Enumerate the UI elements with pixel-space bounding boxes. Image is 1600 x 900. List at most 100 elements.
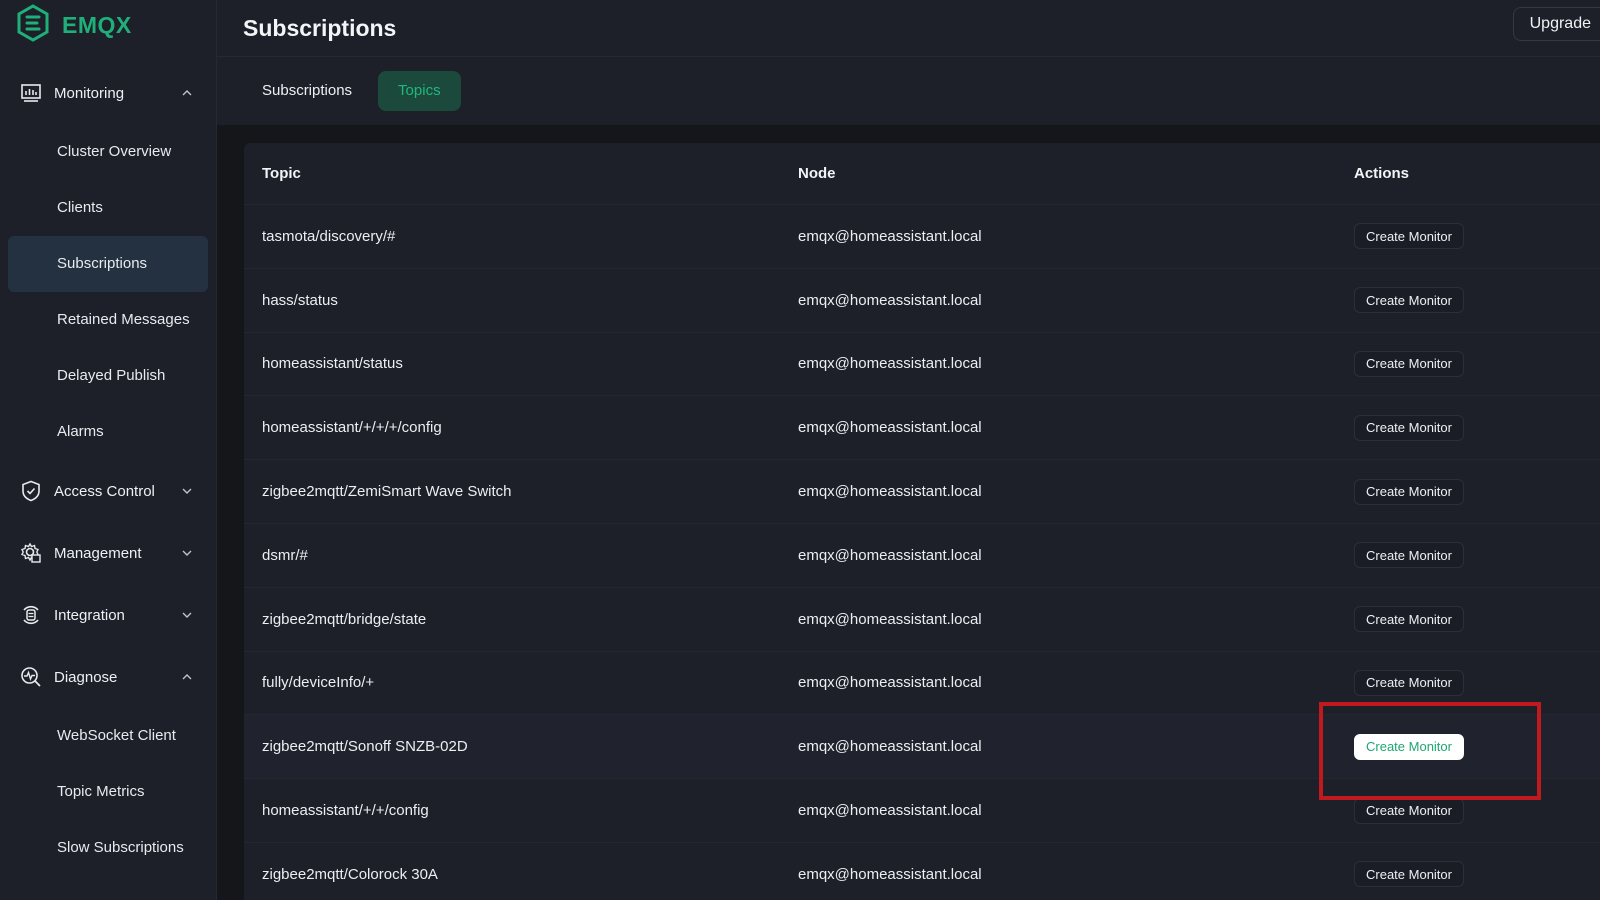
node-cell: emqx@homeassistant.local (798, 802, 982, 820)
actions-cell: Create Monitor (1354, 669, 1600, 696)
create-monitor-button[interactable]: Create Monitor (1354, 287, 1464, 314)
sidebar-group-monitoring[interactable]: Monitoring (0, 68, 216, 118)
sidebar-item-topic-metrics[interactable]: Topic Metrics (8, 764, 208, 820)
tabs-bar: Subscriptions Topics (217, 57, 1600, 125)
sidebar-item-websocket-client[interactable]: WebSocket Client (8, 708, 208, 764)
topic-cell: zigbee2mqtt/ZemiSmart Wave Switch (262, 483, 512, 501)
node-cell: emqx@homeassistant.local (798, 355, 982, 373)
create-monitor-button[interactable]: Create Monitor (1354, 414, 1464, 441)
sidebar-group-label: Access Control (54, 482, 155, 500)
sidebar-item-slow-subscriptions[interactable]: Slow Subscriptions (8, 820, 208, 876)
page-title: Subscriptions (243, 14, 397, 41)
sidebar-item-alarms[interactable]: Alarms (8, 404, 208, 460)
content-area: Topic Node Actions tasmota/discovery/# em… (217, 125, 1600, 900)
sidebar-group-label: Diagnose (54, 668, 118, 686)
chevron-down-icon (180, 484, 194, 498)
integration-icon (20, 604, 42, 626)
sidebar-group-management[interactable]: Management (0, 528, 216, 578)
sidebar-item-delayed-publish[interactable]: Delayed Publish (8, 348, 208, 404)
gear-icon (20, 542, 42, 564)
node-cell: emqx@homeassistant.local (798, 738, 982, 756)
topics-table: Topic Node Actions tasmota/discovery/# em… (244, 143, 1600, 900)
node-cell: emqx@homeassistant.local (798, 546, 982, 564)
actions-cell: Create Monitor (1354, 414, 1600, 441)
create-monitor-button[interactable]: Create Monitor (1354, 542, 1464, 569)
node-cell: emqx@homeassistant.local (798, 483, 982, 501)
main-area: Subscriptions Upgrade Subscriptions Topi… (217, 0, 1600, 900)
table-row: homeassistant/+/+/config emqx@homeassista… (244, 779, 1600, 843)
diagnose-search-icon (20, 666, 42, 688)
table-row: homeassistant/status emqx@homeassistant.l… (244, 333, 1600, 397)
actions-cell: Create Monitor (1354, 733, 1600, 760)
create-monitor-button[interactable]: Create Monitor (1354, 733, 1464, 760)
sidebar-group-access-control[interactable]: Access Control (0, 466, 216, 516)
actions-cell: Create Monitor (1354, 606, 1600, 633)
top-bar: Subscriptions Upgrade (217, 0, 1600, 57)
table-row: zigbee2mqtt/bridge/state emqx@homeassista… (244, 588, 1600, 652)
actions-cell: Create Monitor (1354, 797, 1600, 824)
topic-cell: homeassistant/+/+/+/config (262, 419, 442, 437)
chevron-down-icon (180, 546, 194, 560)
sidebar-item-clients[interactable]: Clients (8, 180, 208, 236)
brand-name: EMQX (62, 11, 132, 38)
actions-cell: Create Monitor (1354, 861, 1600, 888)
create-monitor-button[interactable]: Create Monitor (1354, 223, 1464, 250)
node-cell: emqx@homeassistant.local (798, 291, 982, 309)
node-cell: emqx@homeassistant.local (798, 674, 982, 692)
topic-cell: zigbee2mqtt/Sonoff SNZB-02D (262, 738, 468, 756)
sidebar: EMQX Monitoring Cluster Overview Clients… (0, 0, 217, 900)
monitor-chart-icon (20, 82, 42, 104)
emqx-logo-icon (16, 3, 50, 47)
sidebar-group-diagnose[interactable]: Diagnose (0, 652, 216, 702)
table-row: tasmota/discovery/# emqx@homeassistant.lo… (244, 205, 1600, 269)
sidebar-item-retained-messages[interactable]: Retained Messages (8, 292, 208, 348)
topic-cell: tasmota/discovery/# (262, 227, 396, 245)
actions-cell: Create Monitor (1354, 287, 1600, 314)
create-monitor-button[interactable]: Create Monitor (1354, 606, 1464, 633)
sidebar-nav: Monitoring Cluster Overview Clients Subs… (0, 68, 216, 876)
sidebar-item-cluster-overview[interactable]: Cluster Overview (8, 124, 208, 180)
node-cell: emqx@homeassistant.local (798, 865, 982, 883)
sidebar-group-label: Integration (54, 606, 125, 624)
sidebar-item-subscriptions[interactable]: Subscriptions (8, 236, 208, 292)
diagnose-submenu: WebSocket Client Topic Metrics Slow Subs… (0, 708, 216, 876)
create-monitor-button[interactable]: Create Monitor (1354, 669, 1464, 696)
sidebar-group-label: Management (54, 544, 142, 562)
actions-cell: Create Monitor (1354, 350, 1600, 377)
topic-cell: fully/deviceInfo/+ (262, 674, 375, 692)
table-row: zigbee2mqtt/Sonoff SNZB-02D emqx@homeassi… (244, 715, 1600, 780)
shield-check-icon (20, 480, 42, 502)
create-monitor-button[interactable]: Create Monitor (1354, 797, 1464, 824)
actions-cell: Create Monitor (1354, 478, 1600, 505)
upgrade-button[interactable]: Upgrade (1512, 7, 1600, 41)
sidebar-group-integration[interactable]: Integration (0, 590, 216, 640)
table-row: hass/status emqx@homeassistant.local Creat… (244, 269, 1600, 333)
tab-topics[interactable]: Topics (378, 71, 461, 111)
table-row: fully/deviceInfo/+ emqx@homeassistant.loc… (244, 652, 1600, 716)
create-monitor-button[interactable]: Create Monitor (1354, 350, 1464, 377)
node-cell: emqx@homeassistant.local (798, 227, 982, 245)
column-header-node: Node (798, 165, 836, 182)
node-cell: emqx@homeassistant.local (798, 610, 982, 628)
logo[interactable]: EMQX (0, 0, 216, 50)
topic-cell: hass/status (262, 291, 338, 309)
create-monitor-button[interactable]: Create Monitor (1354, 478, 1464, 505)
topic-cell: zigbee2mqtt/Colorock 30A (262, 865, 438, 883)
topic-cell: homeassistant/+/+/config (262, 802, 429, 820)
tab-subscriptions[interactable]: Subscriptions (242, 71, 372, 111)
table-row: homeassistant/+/+/+/config emqx@homeassis… (244, 396, 1600, 461)
table-header-row: Topic Node Actions (244, 143, 1600, 205)
actions-cell: Create Monitor (1354, 223, 1600, 250)
column-header-topic: Topic (262, 165, 301, 182)
actions-cell: Create Monitor (1354, 542, 1600, 569)
sidebar-group-label: Monitoring (54, 84, 125, 102)
table-row: zigbee2mqtt/ZemiSmart Wave Switch emqx@ho… (244, 460, 1600, 524)
node-cell: emqx@homeassistant.local (798, 419, 982, 437)
create-monitor-button[interactable]: Create Monitor (1354, 861, 1464, 888)
app-root: EMQX Monitoring Cluster Overview Clients… (0, 0, 1600, 900)
chevron-up-icon (180, 86, 194, 100)
table-row: dsmr/# emqx@homeassistant.local Create Mon… (244, 524, 1600, 588)
chevron-down-icon (180, 608, 194, 622)
column-header-actions: Actions (1354, 165, 1410, 182)
topic-cell: dsmr/# (262, 546, 308, 564)
